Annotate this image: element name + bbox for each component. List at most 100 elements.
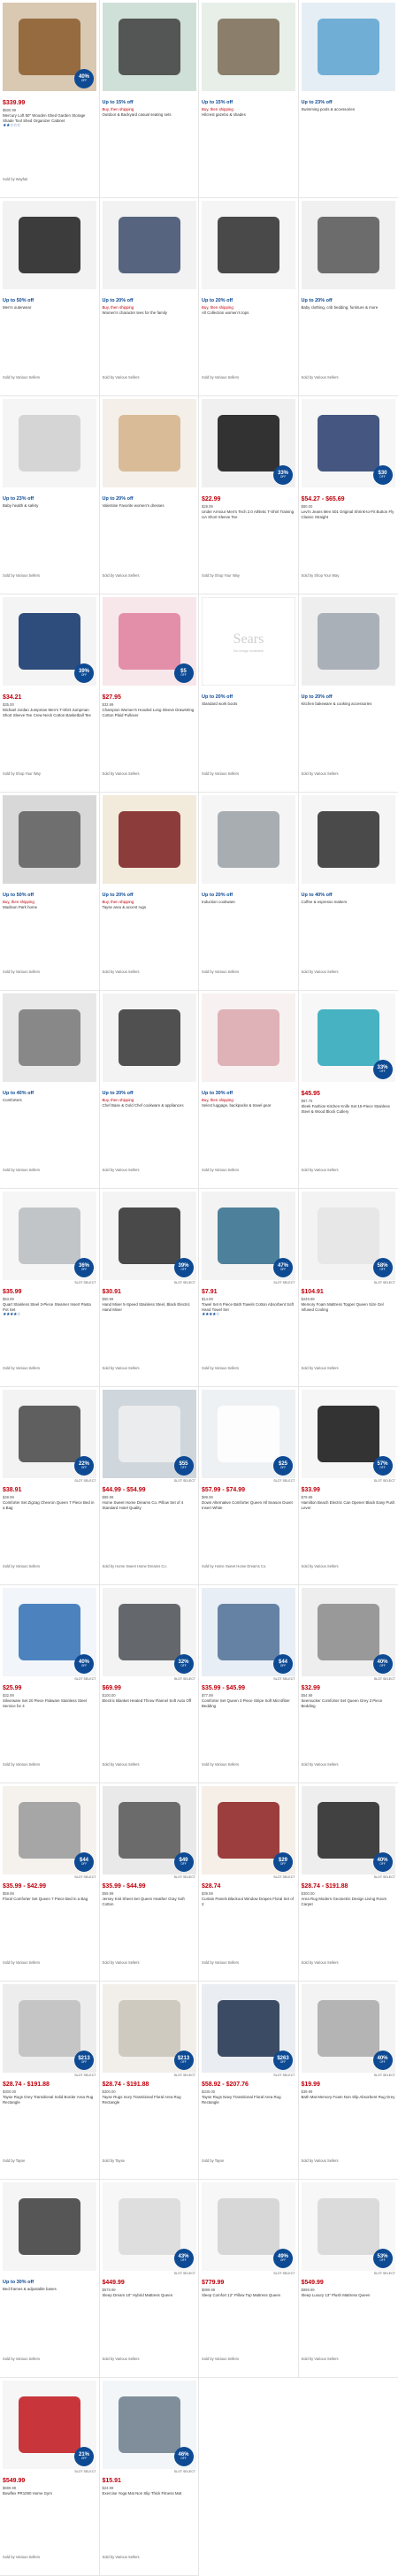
product-image[interactable]: $30OFF — [302, 399, 395, 487]
product-title[interactable]: Hand Mixer 5-Speed Stainless Steel, Blac… — [103, 1302, 196, 1312]
product-image[interactable] — [103, 3, 196, 91]
product-title[interactable]: Sleek Fashion Kitchen Knife Set 15-Piece… — [302, 1104, 396, 1114]
product-image[interactable]: 39%OFF — [103, 1192, 196, 1280]
product-title[interactable]: Swimming pools & accessories — [302, 107, 396, 112]
product-title[interactable]: Seersucker Comforter Set Queen Grey 3 Pi… — [302, 1698, 396, 1708]
product-title[interactable]: Levi's Jeans Men 501 Original Shrink-to-… — [302, 510, 396, 519]
product-card[interactable]: Up to 23% offSwimming pools & accessorie… — [299, 0, 398, 198]
deal-heading[interactable]: Up to 20% off — [202, 298, 295, 304]
product-image[interactable] — [3, 795, 96, 884]
product-image[interactable] — [302, 201, 395, 289]
deal-heading[interactable]: Up to 30% off — [202, 1091, 295, 1097]
product-title[interactable]: Bowflex PR1000 Home Gym — [3, 2491, 96, 2496]
product-image[interactable]: 47%OFF — [202, 1192, 295, 1280]
product-image[interactable] — [103, 795, 196, 884]
product-image[interactable] — [3, 993, 96, 1082]
product-card[interactable]: 53%OFFSLOT SELECT$549.99$899.99Sleep Lux… — [299, 2180, 398, 2378]
product-title[interactable]: Sleep Luxury 13" Plush Mattress Queen — [302, 2293, 396, 2298]
product-image[interactable]: 53%OFF — [302, 2182, 395, 2271]
product-card[interactable]: Up to 20% offBuy, then shippingAll Colle… — [199, 198, 299, 396]
product-image[interactable]: $49OFF — [103, 1786, 196, 1874]
product-image[interactable]: 32%OFF — [103, 1588, 196, 1676]
product-title[interactable]: Bath Mat Memory Foam Non Slip Absorbent … — [302, 2095, 396, 2100]
product-image[interactable] — [202, 3, 295, 91]
product-card[interactable]: Up to 20% offInduction cookwareSold by V… — [199, 793, 299, 991]
product-card[interactable]: 49%OFFSLOT SELECT$779.99$999.99Sleep Com… — [199, 2180, 299, 2378]
deal-heading[interactable]: Up to 20% off — [103, 496, 196, 502]
product-image[interactable]: $213OFF — [103, 1984, 196, 2073]
product-title[interactable]: Champion Women's Hooded Long Sleeve Draw… — [103, 708, 196, 717]
deal-heading[interactable]: Up to 23% off — [3, 496, 96, 502]
deal-heading[interactable]: Up to 20% off — [302, 298, 396, 304]
product-card[interactable]: $44OFFSLOT SELECT$35.99 - $45.99$77.99Co… — [199, 1585, 299, 1783]
product-card[interactable]: 21%OFFSLOT SELECT$549.99$699.99Bowflex P… — [0, 2378, 100, 2576]
product-card[interactable]: Up to 15% offBuy, then shippingHilcrest … — [199, 0, 299, 198]
product-image[interactable]: $55OFF — [103, 1390, 196, 1478]
deal-heading[interactable]: Up to 23% off — [302, 100, 396, 106]
product-image[interactable]: 46%OFF — [103, 2380, 196, 2469]
product-card[interactable]: 36%OFFSLOT SELECT$35.99$53.99Quart Stain… — [0, 1189, 100, 1387]
product-card[interactable]: 40%OFFSLOT SELECT$19.99$39.99Bath Mat Me… — [299, 1982, 398, 2180]
deal-heading[interactable]: Up to 40% off — [302, 893, 396, 899]
product-title[interactable]: Jersey Knit Sheet Set Queen Heather Gray… — [103, 1897, 196, 1906]
product-image[interactable]: 40%OFF — [302, 1588, 395, 1676]
product-card[interactable]: Up to 23% offBaby health & safetySold by… — [0, 396, 100, 594]
deal-heading[interactable]: Up to 30% off — [3, 2280, 96, 2286]
deal-heading[interactable]: Up to 20% off — [103, 893, 196, 899]
product-title[interactable]: Chef Base & Gold Chef cookware & applian… — [103, 1103, 196, 1108]
product-image[interactable] — [3, 201, 96, 289]
product-image[interactable]: $44OFF — [3, 1786, 96, 1874]
product-card[interactable]: Up to 20% offBuy, then shippingWomen's c… — [100, 198, 200, 396]
product-title[interactable]: All Collection women's tops — [202, 310, 295, 316]
product-title[interactable]: Outdoor & Backyard casual seating sets — [103, 112, 196, 118]
product-title[interactable]: Bed frames & adjustable bases — [3, 2287, 96, 2292]
product-title[interactable]: Area Rug Modern Geometric Design Living … — [302, 1897, 396, 1906]
product-title[interactable]: Down Alternative Comforter Queen All Sea… — [202, 1500, 295, 1510]
product-image[interactable]: 21%OFF — [3, 2380, 96, 2469]
product-card[interactable]: $25OFFSLOT SELECT$57.99 - $74.99$99.99Do… — [199, 1387, 299, 1585]
product-image[interactable] — [202, 795, 295, 884]
product-image[interactable] — [103, 201, 196, 289]
product-image[interactable]: $44OFF — [202, 1588, 295, 1676]
product-card[interactable]: $213OFFSLOT SELECT$28.74 - $191.88$300.0… — [0, 1982, 100, 2180]
product-card[interactable]: 33%OFF$22.99$28.99Under Armour Men's Tec… — [199, 396, 299, 594]
product-image[interactable] — [3, 2182, 96, 2271]
product-title[interactable]: Standard work boots — [202, 702, 295, 707]
product-card[interactable]: 57%OFFSLOT SELECT$33.99$79.99Hamilton Be… — [299, 1387, 398, 1585]
product-title[interactable]: Quart Stainless Steel 3-Piece Steamer In… — [3, 1302, 96, 1312]
deal-heading[interactable]: Up to 15% off — [202, 100, 295, 106]
product-image[interactable]: 33%OFF — [302, 993, 395, 1082]
product-card[interactable]: $29OFFSLOT SELECT$28.74$39.99Curtain Pan… — [199, 1783, 299, 1982]
product-card[interactable]: 46%OFFSLOT SELECT$15.91$24.99Exercise Yo… — [100, 2378, 200, 2576]
product-card[interactable]: 40%OFF$339.99$500.99Mercury Loft 50" Woo… — [0, 0, 100, 198]
product-card[interactable]: 40%OFFSLOT SELECT$25.99$32.99Silverware … — [0, 1585, 100, 1783]
product-title[interactable]: Silverware Set 20 Piece Flatware Stainle… — [3, 1698, 96, 1708]
product-title[interactable]: Madison Park home — [3, 905, 96, 910]
product-image[interactable]: $5OFF — [103, 597, 196, 686]
product-card[interactable]: Up to 30% offBed frames & adjustable bas… — [0, 2180, 100, 2378]
product-image[interactable] — [302, 795, 395, 884]
product-image[interactable] — [302, 597, 395, 686]
product-card[interactable]: SearsNo image availableUp to 20% offStan… — [199, 594, 299, 793]
product-title[interactable]: Tayse Rugs Navy Transitional Floral Area… — [202, 2095, 295, 2104]
deal-heading[interactable]: Up to 20% off — [103, 298, 196, 304]
product-title[interactable]: Tayse Rugs Grey Transitional Solid Borde… — [3, 2095, 96, 2104]
product-image[interactable]: $29OFF — [202, 1786, 295, 1874]
product-title[interactable]: Hilcrest gazebo & shades — [202, 112, 295, 118]
deal-heading[interactable]: Up to 20% off — [103, 1091, 196, 1097]
product-image[interactable]: $263OFF — [202, 1984, 295, 2073]
product-title[interactable]: Memory Foam Mattress Topper Queen Size G… — [302, 1302, 396, 1312]
product-card[interactable]: Up to 40% offCoffee & espresso makersSol… — [299, 793, 398, 991]
product-image[interactable]: 36%OFF — [3, 1192, 96, 1280]
product-title[interactable]: Select luggage, backpacks & travel gear — [202, 1103, 295, 1108]
product-card[interactable]: Up to 20% offValentine Favorite women's … — [100, 396, 200, 594]
product-title[interactable]: Induction cookware — [202, 900, 295, 905]
product-title[interactable]: Women's character tees for the family — [103, 310, 196, 316]
product-image[interactable]: SearsNo image available — [202, 597, 295, 686]
product-title[interactable]: Tayse area & accent rugs — [103, 905, 196, 910]
product-image[interactable] — [202, 201, 295, 289]
product-image[interactable]: 40%OFF — [3, 3, 96, 91]
product-title[interactable]: Towel Set 6 Piece Bath Towels Cotton Abs… — [202, 1302, 295, 1312]
product-title[interactable]: Sleep Dream 10" Hybrid Mattress Queen — [103, 2293, 196, 2298]
product-image[interactable]: $213OFF — [3, 1984, 96, 2073]
